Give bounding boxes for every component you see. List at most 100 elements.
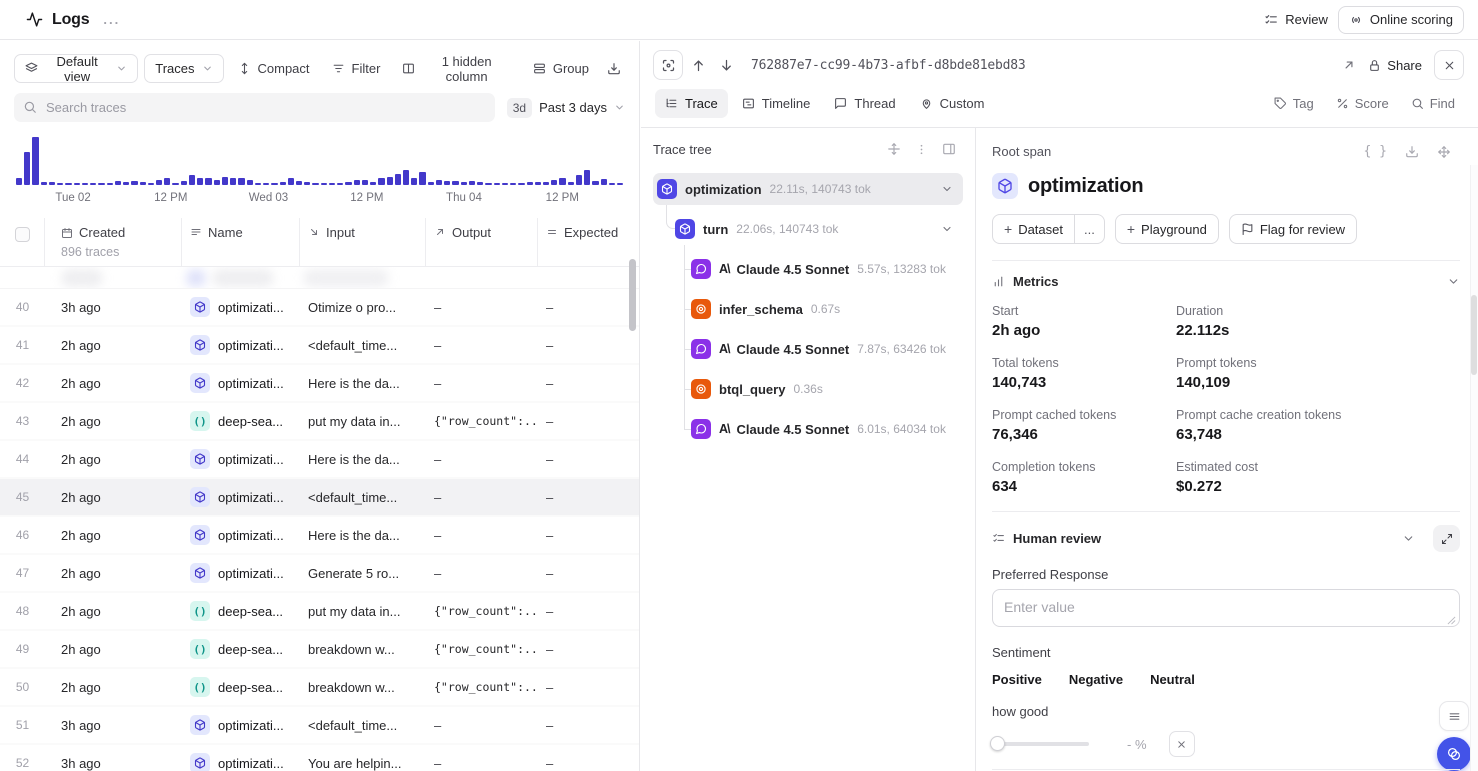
histogram-bar[interactable] [411,178,417,185]
sentiment-negative-button[interactable]: Negative [1069,670,1123,689]
histogram-bar[interactable] [502,183,508,185]
histogram-bar[interactable] [461,182,467,185]
histogram-bar[interactable] [197,178,203,185]
table-row[interactable]: 403h agooptimizati...Otimize o pro...–– [0,289,639,327]
histogram-bar[interactable] [263,183,269,185]
tree-options-icon[interactable] [908,141,935,158]
table-row[interactable]: 492h ago()deep-sea...breakdown w...{"row… [0,631,639,669]
table-row[interactable]: 482h ago()deep-sea...put my data in...{"… [0,593,639,631]
histogram-bar[interactable] [82,183,88,185]
time-range-selector[interactable]: 3d Past 3 days [507,98,625,118]
review-queue-button[interactable] [1439,701,1469,731]
add-to-dataset-button[interactable]: + Dataset [992,214,1075,244]
histogram-bar[interactable] [131,181,137,185]
table-row[interactable]: 502h ago()deep-sea...breakdown w...{"row… [0,669,639,707]
histogram-bar[interactable] [362,180,368,185]
histogram-bar[interactable] [485,183,491,185]
share-button[interactable]: Share [1368,58,1422,73]
flag-for-review-button[interactable]: Flag for review [1229,214,1357,244]
clear-score-button[interactable] [1169,731,1195,757]
histogram-bar[interactable] [518,183,524,185]
histogram-bar[interactable] [57,183,63,185]
histogram-bar[interactable] [296,181,302,185]
traces-selector[interactable]: Traces [144,54,223,83]
histogram-bar[interactable] [601,179,607,185]
score-slider[interactable] [992,742,1089,746]
histogram-bar[interactable] [419,172,425,185]
traces-histogram[interactable]: Tue 0212 PMWed 0312 PMThu 0412 PM [16,137,623,208]
histogram-bar[interactable] [592,181,598,185]
histogram-bar[interactable] [576,175,582,185]
histogram-bar[interactable] [395,174,401,185]
histogram-bar[interactable] [98,183,104,185]
table-row[interactable]: 432h ago()deep-sea...put my data in...{"… [0,403,639,441]
column-header-name[interactable]: Name [182,218,300,266]
sentiment-positive-button[interactable]: Positive [992,670,1042,689]
histogram-bar[interactable] [123,182,129,185]
histogram-bar[interactable] [164,178,170,185]
histogram-bar[interactable] [444,181,450,185]
histogram-bar[interactable] [559,178,565,185]
histogram-bar[interactable] [527,182,533,185]
histogram-bar[interactable] [568,182,574,185]
expand-all-icon[interactable] [880,140,908,158]
left-panel-scrollbar[interactable] [629,259,636,331]
online-scoring-button[interactable]: Online scoring [1338,6,1464,34]
tree-node-claude-4-5-sonnet[interactable]: A\Claude 4.5 Sonnet7.87s, 63426 tok [653,333,963,365]
sentiment-neutral-button[interactable]: Neutral [1150,670,1195,689]
histogram-bar[interactable] [452,181,458,185]
previous-trace-button[interactable] [685,51,711,79]
column-header-output[interactable]: Output [426,218,538,266]
histogram-bar[interactable] [535,182,541,185]
table-row[interactable]: 442h agooptimizati...Here is the da...–– [0,441,639,479]
histogram-bar[interactable] [107,183,113,185]
preferred-response-input[interactable] [992,589,1460,627]
detail-scrollbar[interactable] [1470,165,1478,771]
histogram-bar[interactable] [469,181,475,185]
histogram-bar[interactable] [222,177,228,185]
assistant-logo-button[interactable] [1437,737,1471,771]
histogram-bar[interactable] [172,183,178,185]
table-row[interactable]: 422h agooptimizati...Here is the da...–– [0,365,639,403]
download-span-icon[interactable] [1396,143,1428,161]
histogram-bar[interactable] [24,152,30,185]
histogram-bar[interactable] [181,181,187,185]
resize-handle[interactable] [1447,616,1456,625]
focus-span-button[interactable] [653,50,683,80]
collapse-panel-icon[interactable] [935,140,963,158]
histogram-bar[interactable] [280,182,286,185]
tree-node-btql-query[interactable]: btql_query0.36s [653,373,963,405]
histogram-bar[interactable] [255,183,261,185]
select-all-checkbox[interactable] [15,227,30,242]
histogram-bar[interactable] [65,183,71,185]
tree-node-turn[interactable]: turn22.06s, 140743 tok [653,213,963,245]
histogram-bar[interactable] [205,178,211,185]
tree-node-claude-4-5-sonnet[interactable]: A\Claude 4.5 Sonnet5.57s, 13283 tok [653,253,963,285]
histogram-bar[interactable] [551,180,557,185]
table-row[interactable]: 513h agooptimizati...<default_time...–– [0,707,639,745]
histogram-bar[interactable] [41,182,47,185]
histogram-bar[interactable] [436,180,442,185]
tab-timeline[interactable]: Timeline [732,89,821,118]
histogram-bar[interactable] [74,183,80,185]
tab-custom[interactable]: Custom [910,89,995,118]
filter-button[interactable]: Filter [324,54,389,83]
histogram-bar[interactable] [304,182,310,185]
tree-node-claude-4-5-sonnet[interactable]: A\Claude 4.5 Sonnet6.01s, 64034 tok [653,413,963,445]
histogram-bar[interactable] [510,183,516,185]
close-panel-button[interactable] [1434,50,1464,80]
tab-trace[interactable]: Trace [655,89,728,118]
view-json-icon[interactable]: { } [1355,142,1396,161]
view-selector[interactable]: Default view [14,54,138,83]
histogram-bar[interactable] [90,183,96,185]
histogram-bar[interactable] [288,178,294,185]
histogram-bar[interactable] [115,181,121,185]
histogram-bar[interactable] [140,182,146,185]
histogram-bar[interactable] [247,180,253,185]
tab-thread[interactable]: Thread [824,89,905,118]
table-row[interactable]: 472h agooptimizati...Generate 5 ro...–– [0,555,639,593]
tree-node-infer-schema[interactable]: infer_schema0.67s [653,293,963,325]
find-button[interactable]: Find [1402,90,1464,118]
next-trace-button[interactable] [713,51,739,79]
histogram-bar[interactable] [387,177,393,185]
